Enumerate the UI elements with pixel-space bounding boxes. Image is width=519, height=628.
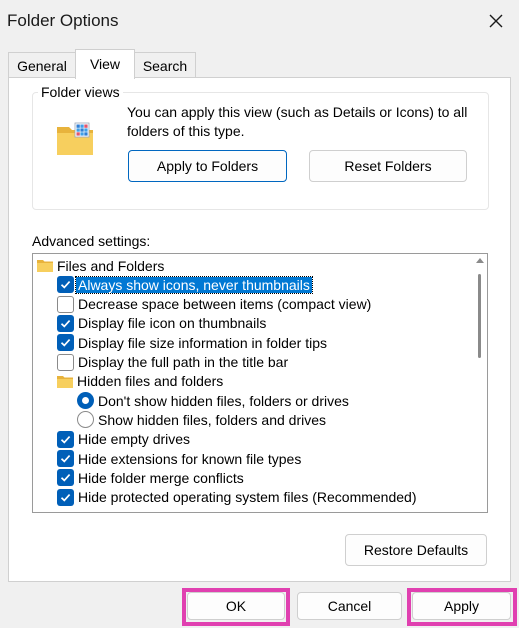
folder-views-legend: Folder views bbox=[38, 84, 123, 100]
title-bar: Folder Options bbox=[0, 0, 519, 42]
setting-label: Always show icons, never thumbnails bbox=[75, 275, 313, 294]
setting-label: Hide protected operating system files (R… bbox=[78, 489, 417, 506]
checkbox-row[interactable]: Hide extensions for known file types bbox=[57, 449, 301, 468]
checkbox-row[interactable]: Hide folder merge conflicts bbox=[57, 468, 244, 487]
checkbox[interactable] bbox=[57, 353, 74, 371]
checkbox-row[interactable]: Hide protected operating system files (R… bbox=[57, 488, 417, 507]
view-tab-panel: Folder views You can apply this view (su… bbox=[8, 77, 511, 582]
tab-view[interactable]: View bbox=[75, 49, 135, 79]
close-icon bbox=[489, 14, 503, 28]
setting-label: Don't show hidden files, folders or driv… bbox=[98, 392, 349, 409]
setting-label: Hide empty drives bbox=[78, 431, 191, 448]
checkbox[interactable] bbox=[57, 334, 74, 352]
tab-general[interactable]: General bbox=[8, 52, 76, 78]
scroll-up-arrow-icon[interactable] bbox=[476, 258, 484, 263]
checkbox[interactable] bbox=[57, 314, 74, 332]
window-title: Folder Options bbox=[7, 11, 119, 30]
checkbox-row[interactable]: Display the full path in the title bar bbox=[57, 353, 288, 372]
setting-label: Display file size information in folder … bbox=[78, 334, 327, 351]
radio-button[interactable] bbox=[77, 392, 94, 410]
folder-views-group: Folder views You can apply this view (su… bbox=[32, 84, 489, 210]
tree-folder-row[interactable]: Files and Folders bbox=[37, 256, 164, 275]
ok-highlight-box bbox=[182, 588, 290, 626]
checkbox-row[interactable]: Display file size information in folder … bbox=[57, 333, 327, 352]
restore-defaults-button[interactable]: Restore Defaults bbox=[345, 534, 487, 566]
tree-folder-row[interactable]: Hidden files and folders bbox=[57, 372, 223, 391]
setting-label: Show hidden files, folders and drives bbox=[98, 411, 327, 428]
setting-label: Hide folder merge conflicts bbox=[78, 469, 244, 486]
tab-search[interactable]: Search bbox=[134, 52, 196, 78]
advanced-settings-label: Advanced settings: bbox=[32, 233, 151, 249]
checkbox-row[interactable]: Decrease space between items (compact vi… bbox=[57, 295, 371, 314]
checkbox[interactable] bbox=[57, 295, 74, 313]
checkbox[interactable] bbox=[57, 430, 74, 448]
apply-highlight-box bbox=[407, 588, 517, 626]
radio-button[interactable] bbox=[77, 411, 94, 429]
folder-icon bbox=[37, 260, 53, 272]
setting-label: Hide extensions for known file types bbox=[78, 450, 302, 467]
apply-to-folders-button[interactable]: Apply to Folders bbox=[128, 150, 287, 182]
checkbox[interactable] bbox=[57, 469, 74, 487]
cancel-button[interactable]: Cancel bbox=[297, 592, 402, 620]
radio-option-row[interactable]: Show hidden files, folders and drives bbox=[77, 410, 326, 429]
folder-views-description: You can apply this view (such as Details… bbox=[127, 104, 468, 139]
setting-label: Hidden files and folders bbox=[77, 373, 224, 390]
checkbox-row[interactable]: Always show icons, never thumbnails bbox=[57, 275, 313, 294]
folder-view-icon bbox=[57, 122, 93, 155]
close-button[interactable] bbox=[473, 0, 519, 42]
checkbox-row[interactable]: Display file icon on thumbnails bbox=[57, 314, 266, 333]
setting-label: Display the full path in the title bar bbox=[78, 354, 289, 370]
radio-option-row[interactable]: Don't show hidden files, folders or driv… bbox=[77, 391, 349, 410]
setting-label: Decrease space between items (compact vi… bbox=[78, 296, 372, 313]
checkbox[interactable] bbox=[57, 450, 74, 467]
setting-label: Files and Folders bbox=[57, 257, 165, 274]
setting-label: Display file icon on thumbnails bbox=[78, 315, 267, 332]
folder-icon bbox=[57, 375, 73, 388]
scrollbar-thumb[interactable] bbox=[478, 274, 481, 358]
checkbox[interactable] bbox=[57, 276, 74, 294]
advanced-settings-list[interactable]: Files and Folders Always show icons, neve… bbox=[32, 253, 488, 513]
checkbox-row[interactable]: Hide empty drives bbox=[57, 430, 190, 449]
checkbox[interactable] bbox=[57, 488, 74, 506]
reset-folders-button[interactable]: Reset Folders bbox=[309, 150, 467, 182]
